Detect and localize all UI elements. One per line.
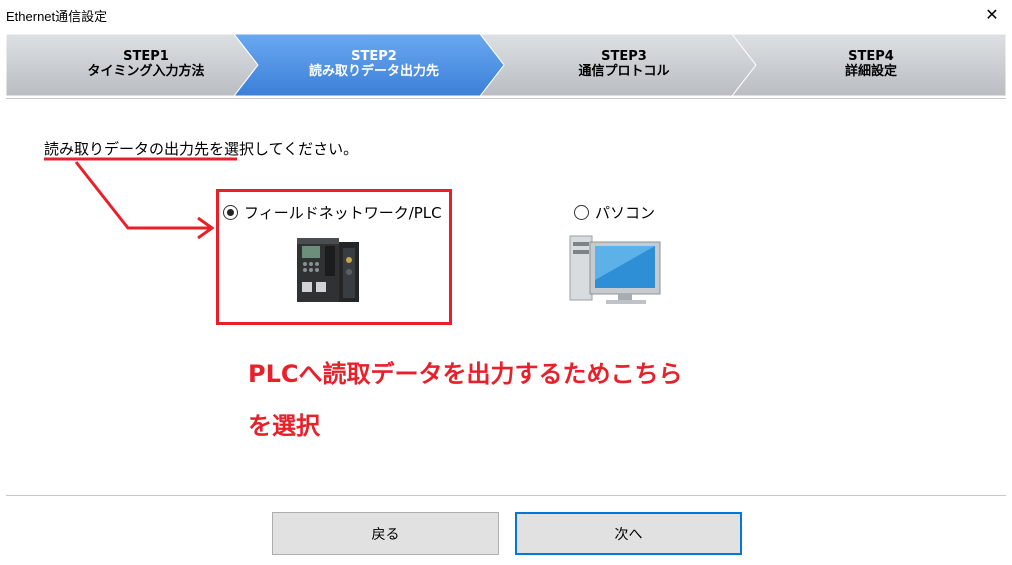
next-button[interactable]: 次へ xyxy=(515,512,742,555)
annotation-arrow xyxy=(44,157,237,240)
annotation-line-2: を選択 xyxy=(248,412,320,440)
back-button[interactable]: 戻る xyxy=(272,512,499,555)
bottom-divider xyxy=(6,495,1006,496)
annotation-line-1: PLCへ読取データを出力するためこちら xyxy=(248,360,683,388)
